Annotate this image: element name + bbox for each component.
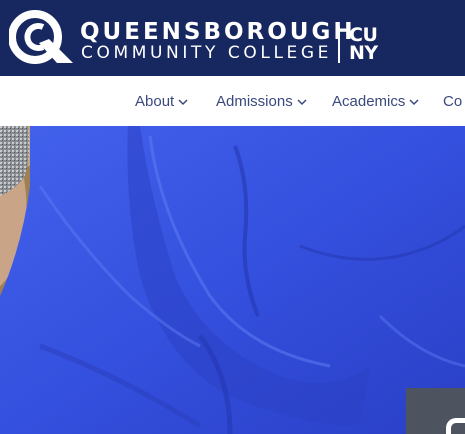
college-home-link[interactable]: QUEENSBOROUGH COMMUNITY COLLEGE (0, 0, 353, 76)
nav-item-label: Academics (332, 93, 406, 110)
hero-photo (0, 126, 465, 434)
caption-text-fragment (446, 418, 465, 434)
cuny-logo-line2: NY (349, 42, 378, 64)
college-name-line1: QUEENSBOROUGH (80, 19, 356, 45)
nav-item-truncated[interactable]: Co (443, 93, 462, 110)
nav-item-admissions[interactable]: Admissions (216, 93, 307, 110)
chevron-down-icon (409, 98, 419, 105)
logo-divider (338, 27, 340, 63)
nav-item-label: Admissions (216, 93, 293, 110)
site-header: QUEENSBOROUGH COMMUNITY COLLEGE CU NY (0, 0, 465, 76)
chevron-down-icon (297, 98, 307, 105)
nav-item-label: About (135, 93, 175, 110)
nav-item-label: Co (443, 93, 463, 110)
nav-item-about[interactable]: About (135, 93, 188, 110)
nav-item-academics[interactable]: Academics (332, 93, 419, 110)
college-name-line2: COMMUNITY COLLEGE (81, 43, 332, 63)
chevron-down-icon (178, 98, 188, 105)
main-nav: About Admissions Academics Co (0, 76, 465, 126)
cuny-logo-link[interactable]: CU NY (349, 26, 378, 64)
hero-image (0, 126, 465, 434)
qcc-q-logo-icon (9, 10, 73, 64)
